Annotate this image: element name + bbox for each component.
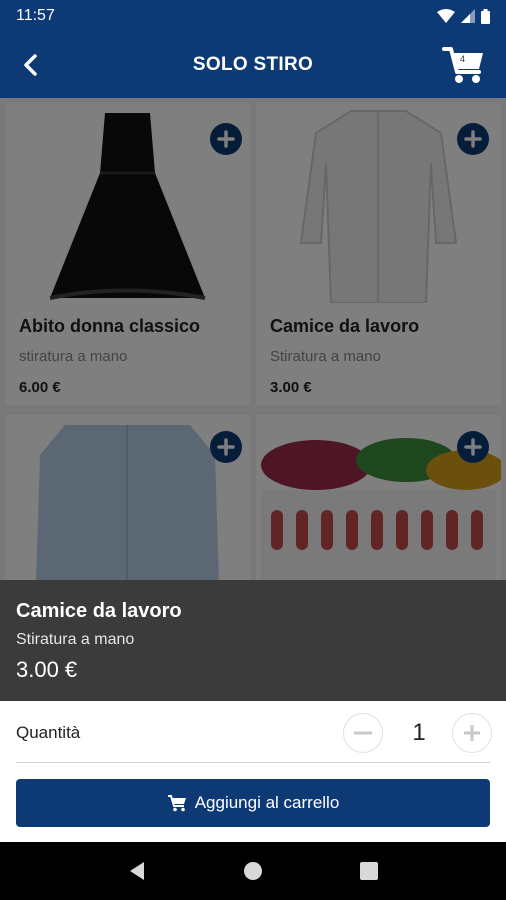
back-button[interactable]	[10, 45, 50, 85]
plus-icon	[464, 725, 480, 741]
sheet-product-price: 3.00 €	[16, 657, 78, 682]
signal-icon	[461, 9, 475, 23]
decrease-quantity-button[interactable]	[343, 713, 383, 753]
divider	[16, 762, 490, 763]
chevron-left-icon	[24, 54, 37, 76]
status-bar: 11:57	[0, 0, 506, 32]
nav-recents-icon[interactable]	[359, 862, 378, 880]
sheet-body: Quantità 1 Aggiungi al carrello	[0, 701, 506, 842]
minus-icon	[354, 731, 372, 735]
increase-quantity-button[interactable]	[452, 713, 492, 753]
sheet-header: Camice da lavoro Stiratura a mano 3.00 €	[0, 580, 506, 701]
add-to-cart-button[interactable]: Aggiungi al carrello	[16, 779, 490, 827]
battery-icon	[481, 8, 490, 24]
app-bar: SOLO STIRO 4	[0, 32, 506, 98]
cart-icon	[442, 47, 483, 83]
quantity-value: 1	[412, 719, 426, 746]
status-time: 11:57	[16, 7, 55, 24]
sheet-product-name: Camice da lavoro	[16, 600, 182, 622]
cart-count-badge: 4	[460, 54, 466, 64]
add-to-cart-label: Aggiungi al carrello	[194, 793, 340, 812]
system-nav-bar	[0, 842, 506, 900]
modal-backdrop[interactable]	[0, 98, 506, 580]
status-icons	[437, 8, 490, 24]
sheet-product-subtitle: Stiratura a mano	[16, 631, 135, 648]
wifi-icon	[437, 9, 455, 23]
quantity-label: Quantità	[16, 723, 81, 742]
nav-back-icon[interactable]	[128, 861, 146, 881]
cart-icon	[167, 795, 186, 812]
page-title: SOLO STIRO	[192, 54, 314, 75]
nav-home-icon[interactable]	[243, 861, 263, 881]
cart-button[interactable]: 4	[442, 44, 486, 86]
